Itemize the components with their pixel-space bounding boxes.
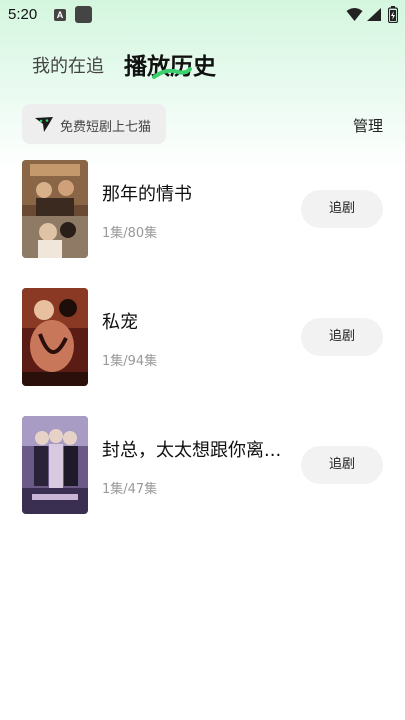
status-bar: 5:20 A (0, 0, 405, 30)
notification-app-icon (75, 6, 92, 23)
promo-banner[interactable]: 免费短剧上七猫 (22, 104, 166, 144)
promo-text: 免费短剧上七猫 (60, 120, 152, 135)
notification-a-icon: A (54, 9, 66, 21)
wifi-icon (346, 8, 363, 21)
drama-cover-image[interactable] (22, 416, 88, 514)
active-tab-indicator (152, 67, 192, 79)
battery-icon (388, 6, 398, 23)
signal-icon (367, 8, 381, 21)
episode-progress: 1集/80集 (102, 226, 158, 241)
list-item[interactable]: 封总，太太想跟你离... 1集/47集 追剧 (0, 416, 405, 516)
status-time: 5:20 (8, 6, 38, 23)
episode-progress: 1集/94集 (102, 354, 158, 369)
drama-title: 私宠 (102, 312, 138, 333)
manage-button[interactable]: 管理 (353, 115, 383, 136)
list-item[interactable]: 那年的情书 1集/80集 追剧 (0, 160, 405, 260)
list-item[interactable]: 私宠 1集/94集 追剧 (0, 288, 405, 388)
tab-following[interactable]: 我的在追 (32, 52, 104, 78)
follow-drama-button[interactable]: 追剧 (301, 190, 383, 228)
drama-title: 封总，太太想跟你离... (102, 440, 282, 461)
episode-progress: 1集/47集 (102, 482, 158, 497)
drama-cover-image[interactable] (22, 160, 88, 258)
drama-title: 那年的情书 (102, 184, 192, 205)
drama-cover-image[interactable] (22, 288, 88, 386)
qimao-logo-icon (35, 117, 53, 132)
follow-drama-button[interactable]: 追剧 (301, 318, 383, 356)
follow-drama-button[interactable]: 追剧 (301, 446, 383, 484)
